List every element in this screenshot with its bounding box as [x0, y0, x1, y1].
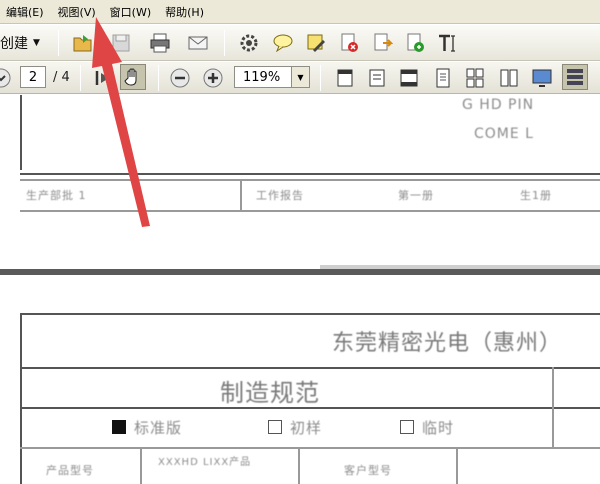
table-cell: 生1册 [520, 189, 552, 202]
page2-subtitle: 制造规范 [220, 379, 320, 407]
table-cell: 客户型号 [344, 464, 392, 477]
two-page-icon[interactable] [496, 65, 522, 91]
page1-text: G HD PIN [462, 97, 535, 113]
table-border [298, 447, 300, 484]
page-separator [0, 269, 600, 275]
chevron-down-icon[interactable]: ▼ [291, 67, 309, 87]
table-border [552, 367, 554, 447]
page1-text: COME L [474, 126, 534, 142]
table-border [456, 447, 458, 484]
select-text-icon[interactable] [90, 65, 116, 91]
toolbar-separator [320, 65, 321, 91]
fit-width-icon[interactable] [396, 65, 422, 91]
create-button[interactable]: 创建 ▼ [0, 31, 40, 55]
table-border [240, 179, 242, 210]
highlight-icon[interactable] [303, 30, 329, 56]
menu-bar: 编辑(E) 视图(V) 窗口(W) 帮助(H) [0, 0, 600, 24]
comment-icon[interactable] [270, 30, 296, 56]
table-cell: 生产部批 1 [26, 189, 87, 202]
table-border [20, 367, 600, 369]
chevron-down-icon: ▼ [33, 38, 40, 48]
save-icon[interactable] [108, 30, 134, 56]
toolbar-separator [224, 30, 225, 56]
zoom-out-icon[interactable] [167, 65, 193, 91]
table-border [20, 95, 22, 170]
table-border [20, 313, 22, 484]
fit-page-icon[interactable] [364, 65, 390, 91]
menu-help[interactable]: 帮助(H) [165, 4, 204, 20]
create-label: 创建 [0, 36, 28, 52]
table-cell: 产品型号 [46, 464, 94, 477]
menu-view[interactable]: 视图(V) [58, 4, 96, 20]
table-border [20, 313, 600, 315]
checkbox-empty [268, 420, 282, 434]
menu-window[interactable]: 窗口(W) [110, 4, 151, 20]
zoom-select[interactable]: 119% ▼ [234, 66, 310, 88]
print-icon[interactable] [147, 30, 173, 56]
continuous-page-icon[interactable] [462, 65, 488, 91]
page2-title: 东莞精密光电（惠州） [332, 331, 563, 356]
document-view[interactable]: G HD PIN COME L 生产部批 1 工作报告 第一册 生1册 东莞精密… [0, 95, 600, 484]
gear-icon[interactable] [236, 30, 262, 56]
current-page: 2 [28, 69, 38, 85]
table-border [20, 179, 600, 181]
page-total: / 4 [53, 70, 70, 85]
full-screen-icon[interactable] [529, 65, 555, 91]
check-label: 标准版 [134, 419, 183, 437]
table-border [140, 447, 142, 484]
checkbox-checked [112, 420, 126, 434]
check-label: 临时 [422, 419, 455, 437]
toolbar-separator [80, 65, 81, 91]
next-page-icon[interactable] [0, 65, 14, 91]
export-page-icon[interactable] [369, 30, 395, 56]
delete-page-icon[interactable] [336, 30, 362, 56]
open-folder-icon[interactable] [70, 30, 96, 56]
table-cell: 工作报告 [256, 189, 304, 202]
checkbox-empty [400, 420, 414, 434]
table-cell: 第一册 [398, 189, 434, 202]
toolbar-separator [58, 30, 59, 56]
toolbar-separator [158, 65, 159, 91]
zoom-in-icon[interactable] [200, 65, 226, 91]
reading-mode-icon[interactable] [562, 64, 588, 90]
table-border [20, 210, 600, 212]
main-toolbar: 创建 ▼ [0, 25, 600, 61]
import-page-icon[interactable] [402, 30, 428, 56]
text-tool-icon[interactable] [435, 30, 461, 56]
navigation-toolbar: 2 / 4 119% ▼ [0, 62, 600, 94]
actual-size-icon[interactable] [332, 65, 358, 91]
hand-tool-icon[interactable] [120, 64, 146, 90]
table-border [20, 447, 600, 449]
email-icon[interactable] [185, 30, 211, 56]
table-border [20, 173, 600, 175]
page-number-input[interactable]: 2 [20, 66, 46, 88]
menu-edit[interactable]: 编辑(E) [6, 4, 44, 20]
table-cell: XXXHD LIXX产品 [158, 457, 252, 468]
zoom-value: 119% [243, 69, 281, 85]
check-label: 初样 [290, 419, 323, 437]
single-page-icon[interactable] [430, 65, 456, 91]
